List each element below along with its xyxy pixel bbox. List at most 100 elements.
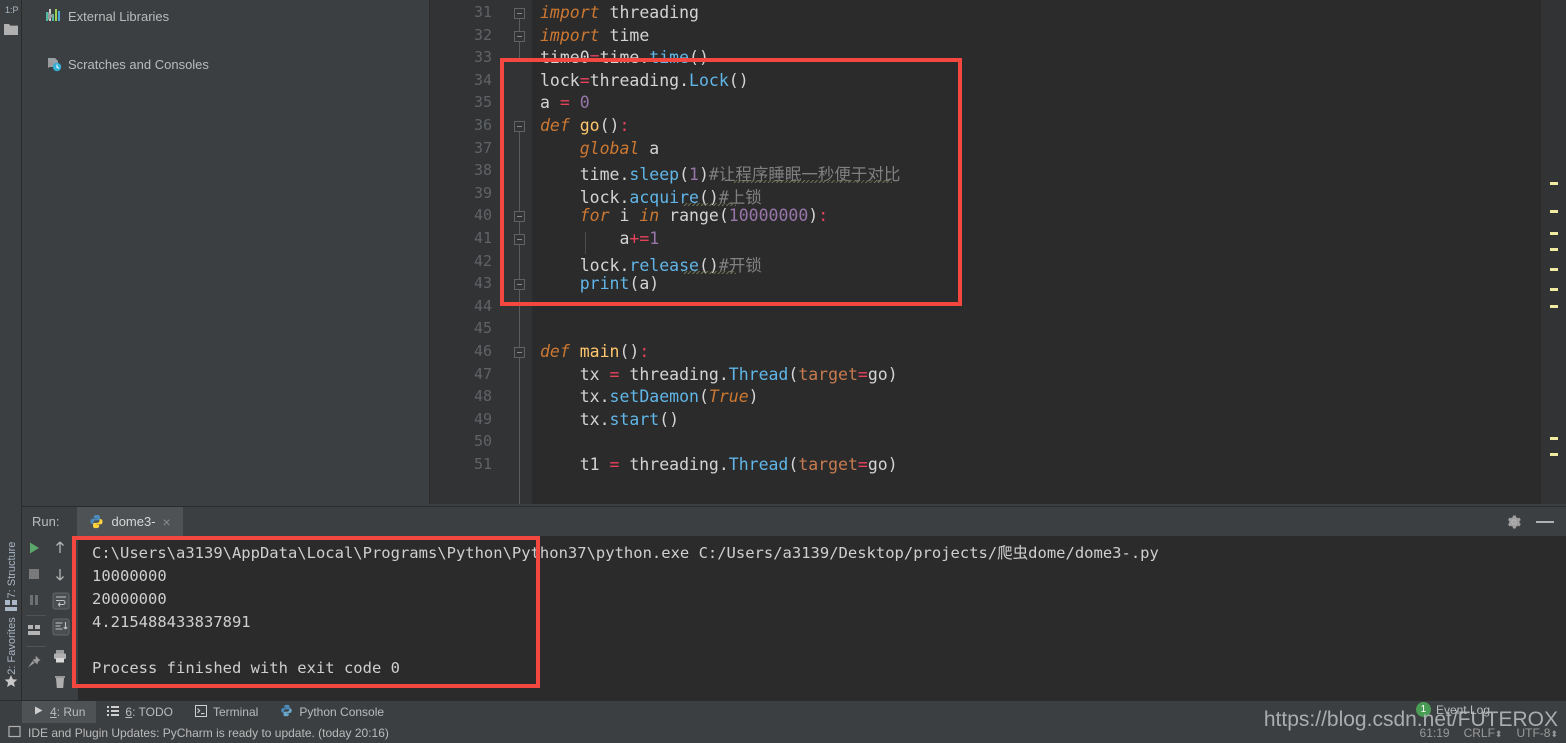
line-number: 40 <box>473 206 492 225</box>
fold-marker-icon[interactable] <box>514 279 525 291</box>
play-icon <box>33 705 44 719</box>
minimize-icon[interactable] <box>1536 521 1554 523</box>
warning-marker[interactable] <box>1550 210 1558 213</box>
console-line: Process finished with exit code 0 <box>92 659 400 677</box>
run-console-output[interactable]: C:\Users\a3139\AppData\Local\Programs\Py… <box>78 536 1566 700</box>
tree-item-scratches-and-consoles[interactable]: Scratches and Consoles <box>22 52 429 76</box>
code-line[interactable]: def main(): <box>540 342 649 361</box>
fold-marker-icon[interactable] <box>514 347 525 358</box>
run-toolbar <box>22 536 76 700</box>
code-line[interactable]: global a <box>540 139 659 158</box>
close-icon[interactable]: × <box>163 515 171 529</box>
inspection-squiggle <box>682 202 736 206</box>
chevron-updown-icon[interactable]: ⬍ <box>1495 729 1503 740</box>
console-line: 4.215488433837891 <box>92 613 251 631</box>
pin-button[interactable] <box>26 654 46 674</box>
console-line: C:\Users\a3139\AppData\Local\Programs\Py… <box>92 544 1159 562</box>
rerun-button[interactable] <box>26 540 46 560</box>
code-line[interactable]: tx.setDaemon(True) <box>540 387 759 406</box>
editor-marker-scrollbar[interactable] <box>1540 0 1566 504</box>
run-label: Run: <box>32 514 60 529</box>
gear-icon[interactable] <box>1506 514 1522 535</box>
warning-marker[interactable] <box>1550 305 1558 308</box>
line-number: 39 <box>473 183 492 202</box>
code-line[interactable]: tx = threading.Thread(target=go) <box>540 365 898 384</box>
stop-button[interactable] <box>26 566 46 586</box>
tool-window-label: 6: TODO <box>125 705 173 719</box>
scroll-down-button[interactable] <box>52 566 72 586</box>
status-bar: IDE and Plugin Updates: PyCharm is ready… <box>0 723 1566 743</box>
code-line[interactable]: a+=1 <box>540 229 659 248</box>
tool-window-label: 4: Run <box>50 705 86 719</box>
caret-position[interactable]: 61:19 <box>1420 726 1450 740</box>
warning-marker[interactable] <box>1550 268 1558 271</box>
soft-wrap-button[interactable] <box>52 592 72 612</box>
code-line[interactable]: tx.start() <box>540 410 679 429</box>
notification-icon <box>8 725 21 741</box>
favorites-label: 2: Favorites <box>6 617 18 675</box>
warning-marker[interactable] <box>1550 453 1558 456</box>
code-line[interactable]: a = 0 <box>540 93 590 112</box>
line-number: 49 <box>473 409 492 428</box>
status-message[interactable]: IDE and Plugin Updates: PyCharm is ready… <box>28 726 389 740</box>
fold-marker-icon[interactable] <box>514 30 525 42</box>
fold-marker-icon[interactable] <box>514 211 525 223</box>
scroll-up-button[interactable] <box>52 540 72 560</box>
code-line[interactable]: print(a) <box>540 274 659 293</box>
line-number: 31 <box>473 3 492 21</box>
line-number: 36 <box>473 116 492 134</box>
file-encoding[interactable]: UTF-8 ⬍ <box>1516 726 1558 740</box>
line-number: 37 <box>473 138 492 157</box>
tool-window-button-run[interactable]: 4: Run <box>22 700 97 724</box>
tool-window-label: Python Console <box>299 705 385 719</box>
line-number: 45 <box>473 319 492 338</box>
sidebar-item-structure[interactable]: 7: Structure <box>0 540 22 602</box>
code-editor[interactable]: 31 32 33 34 35 36 37 38 39 40 41 42 43 44 45 46 47 48 49 50… <box>430 0 1566 504</box>
chevron-right-icon[interactable] <box>48 60 54 68</box>
print-button[interactable] <box>52 648 72 668</box>
warning-marker[interactable] <box>1550 232 1558 235</box>
clear-all-button[interactable] <box>52 674 72 694</box>
chevron-updown-icon[interactable]: ⬍ <box>1550 729 1558 740</box>
folder-strip-icon[interactable] <box>4 22 18 36</box>
event-log-button[interactable]: 1 Event Log <box>1415 702 1490 717</box>
code-line[interactable]: import time <box>540 26 649 45</box>
line-number: 43 <box>473 274 492 293</box>
event-count-badge: 1 <box>1415 702 1431 717</box>
scroll-to-end-button[interactable] <box>52 618 72 638</box>
tool-window-button-todo[interactable]: 6: TODO <box>96 701 184 724</box>
run-tab-dome3[interactable]: dome3- × <box>77 506 183 537</box>
code-line[interactable]: for i in range(10000000): <box>540 206 828 225</box>
tool-window-button-pythonconsole[interactable]: Python Console <box>269 701 395 724</box>
warning-marker[interactable] <box>1550 248 1558 251</box>
project-strip-icon[interactable]: 1:P <box>4 2 19 16</box>
fold-marker-icon[interactable] <box>514 8 525 19</box>
fold-marker-icon[interactable] <box>514 234 525 245</box>
tool-window-button-terminal[interactable]: Terminal <box>184 701 269 724</box>
layout-button[interactable] <box>26 622 46 642</box>
warning-marker[interactable] <box>1550 182 1558 185</box>
code-text-area[interactable]: import threading import time time0=time.ti… <box>532 0 1540 504</box>
line-number-gutter: 31 32 33 34 35 36 37 38 39 40 41 42 43 44 45 46 47 48 49 50… <box>430 0 500 504</box>
code-line[interactable]: t1 = threading.Thread(target=go) <box>540 455 898 474</box>
code-folding-column[interactable] <box>500 0 532 504</box>
pause-button[interactable] <box>26 592 46 612</box>
line-number: 44 <box>473 296 492 315</box>
chevron-right-icon[interactable] <box>48 12 54 20</box>
line-separator[interactable]: CRLF ⬍ <box>1464 726 1503 740</box>
code-line[interactable]: lock=threading.Lock() <box>540 71 749 90</box>
structure-icon <box>4 598 18 612</box>
warning-marker[interactable] <box>1550 437 1558 440</box>
code-line[interactable]: import threading <box>540 3 699 22</box>
line-number: 35 <box>473 93 492 112</box>
line-number: 48 <box>473 387 492 406</box>
sidebar-item-favorites[interactable]: 2: Favorites <box>0 617 22 678</box>
warning-marker[interactable] <box>1550 288 1558 291</box>
fold-marker-icon[interactable] <box>514 121 525 132</box>
line-number: 34 <box>473 70 492 89</box>
line-number: 51 <box>473 455 492 473</box>
tree-item-external-libraries[interactable]: External Libraries <box>22 4 429 28</box>
code-line[interactable]: time0=time.time() <box>540 48 709 67</box>
star-icon <box>4 674 18 688</box>
code-line[interactable]: def go(): <box>540 116 629 135</box>
